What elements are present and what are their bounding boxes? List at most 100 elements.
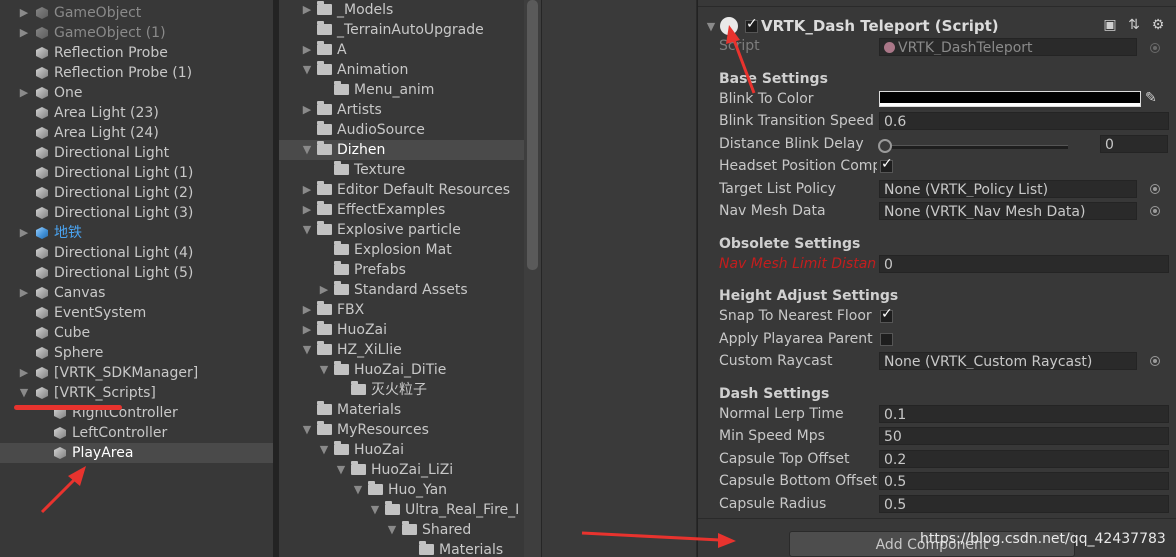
expand-arrow-icon[interactable]: ▼ xyxy=(301,220,313,240)
object-picker-icon[interactable] xyxy=(1150,43,1160,53)
project-folder-row[interactable]: Prefabs xyxy=(279,260,524,280)
collapse-arrow-icon[interactable]: ▶ xyxy=(301,0,313,20)
project-folder-row[interactable]: ▼ HZ_XiLlie xyxy=(279,340,524,360)
capsule-bottom-offset-field[interactable]: 0.5 xyxy=(879,472,1169,490)
eyedropper-icon[interactable]: ✎ xyxy=(1145,90,1157,106)
hierarchy-row[interactable]: PlayArea xyxy=(0,443,273,463)
collapse-arrow-icon[interactable]: ▶ xyxy=(301,200,313,220)
project-folder-row[interactable]: ▶ Editor Default Resources xyxy=(279,180,524,200)
blink-transition-speed-field[interactable]: 0.6 xyxy=(879,112,1169,130)
project-folder-row[interactable]: ▼ Shared xyxy=(279,520,524,540)
hierarchy-row[interactable]: Directional Light (5) xyxy=(0,263,273,283)
project-folder-row[interactable]: _TerrainAutoUpgrade xyxy=(279,20,524,40)
project-folder-row[interactable]: Materials xyxy=(279,400,524,420)
project-folder-row[interactable]: ▶ FBX xyxy=(279,300,524,320)
expand-arrow-icon[interactable]: ▼ xyxy=(318,440,330,460)
expand-arrow-icon[interactable]: ▼ xyxy=(18,383,30,403)
book-icon[interactable]: ▣ xyxy=(1100,16,1120,34)
hierarchy-row[interactable]: Directional Light (1) xyxy=(0,163,273,183)
project-folder-row[interactable]: Explosion Mat xyxy=(279,240,524,260)
hierarchy-row[interactable]: EventSystem xyxy=(0,303,273,323)
capsule-radius-field[interactable]: 0.5 xyxy=(879,495,1169,513)
script-field[interactable]: VRTK_DashTeleport xyxy=(879,38,1137,56)
distance-blink-delay-slider[interactable] xyxy=(882,145,1068,149)
project-folder-row[interactable]: ▼ HuoZai_LiZi xyxy=(279,460,524,480)
hierarchy-row[interactable]: Directional Light (2) xyxy=(0,183,273,203)
collapse-arrow-icon[interactable]: ▶ xyxy=(318,280,330,300)
project-folder-row[interactable]: ▶ A xyxy=(279,40,524,60)
hierarchy-row[interactable]: Area Light (23) xyxy=(0,103,273,123)
hierarchy-row[interactable]: Area Light (24) xyxy=(0,123,273,143)
nav-mesh-limit-distance-field[interactable]: 0 xyxy=(879,255,1169,273)
collapse-arrow-icon[interactable]: ▶ xyxy=(301,320,313,340)
collapse-arrow-icon[interactable]: ▶ xyxy=(301,40,313,60)
collapse-arrow-icon[interactable]: ▶ xyxy=(18,283,30,303)
expand-arrow-icon[interactable]: ▼ xyxy=(318,360,330,380)
object-picker-icon[interactable] xyxy=(1150,356,1160,366)
component-header[interactable]: ▼ VRTK_Dash Teleport (Script) ▣ ⇅ ⚙ xyxy=(698,15,1176,37)
blink-to-color-swatch[interactable] xyxy=(879,91,1141,107)
project-folder-row[interactable]: AudioSource xyxy=(279,120,524,140)
expand-arrow-icon[interactable]: ▼ xyxy=(301,140,313,160)
hierarchy-row[interactable]: ▶ 地铁 xyxy=(0,223,273,243)
collapse-arrow-icon[interactable]: ▶ xyxy=(301,300,313,320)
project-folder-row[interactable]: Menu_anim xyxy=(279,80,524,100)
project-folder-row[interactable]: ▶ HuoZai xyxy=(279,320,524,340)
expand-arrow-icon[interactable]: ▼ xyxy=(352,480,364,500)
expand-arrow-icon[interactable]: ▼ xyxy=(301,340,313,360)
expand-arrow-icon[interactable]: ▼ xyxy=(335,460,347,480)
project-folder-row[interactable]: Texture xyxy=(279,160,524,180)
collapse-arrow-icon[interactable]: ▶ xyxy=(18,23,30,43)
object-picker-icon[interactable] xyxy=(1150,206,1160,216)
project-folder-row[interactable]: ▼ Ultra_Real_Fire_I xyxy=(279,500,524,520)
object-picker-icon[interactable] xyxy=(1150,184,1160,194)
project-folder-row[interactable]: 灭火粒子 xyxy=(279,380,524,400)
project-folder-row[interactable]: ▼ Explosive particle xyxy=(279,220,524,240)
distance-blink-delay-slider-knob[interactable] xyxy=(878,139,892,153)
collapse-arrow-icon[interactable]: ▶ xyxy=(301,100,313,120)
hierarchy-row[interactable]: ▶ GameObject (1) xyxy=(0,23,273,43)
project-scrollbar[interactable] xyxy=(524,0,541,557)
expand-arrow-icon[interactable]: ▼ xyxy=(386,520,398,540)
project-folder-row[interactable]: ▼ Animation xyxy=(279,60,524,80)
hierarchy-row[interactable]: Reflection Probe xyxy=(0,43,273,63)
project-folder-row[interactable]: ▼ MyResources xyxy=(279,420,524,440)
gear-icon[interactable]: ⚙ xyxy=(1148,16,1168,34)
project-folder-row[interactable]: ▼ Dizhen xyxy=(279,140,524,160)
hierarchy-row[interactable]: Directional Light (3) xyxy=(0,203,273,223)
distance-blink-delay-field[interactable]: 0 xyxy=(1100,135,1168,153)
hierarchy-row[interactable]: Cube xyxy=(0,323,273,343)
project-scrollbar-thumb[interactable] xyxy=(527,0,538,270)
capsule-top-offset-field[interactable]: 0.2 xyxy=(879,450,1169,468)
project-folder-row[interactable]: ▼ Huo_Yan xyxy=(279,480,524,500)
collapse-arrow-icon[interactable]: ▶ xyxy=(18,83,30,103)
apply-playarea-parent-checkbox[interactable] xyxy=(880,333,893,346)
project-folder-row[interactable]: ▶ Standard Assets xyxy=(279,280,524,300)
expand-arrow-icon[interactable]: ▼ xyxy=(369,500,381,520)
expand-arrow-icon[interactable]: ▼ xyxy=(301,420,313,440)
collapse-arrow-icon[interactable]: ▶ xyxy=(18,223,30,243)
target-list-policy-field[interactable]: None (VRTK_Policy List) xyxy=(879,180,1137,198)
hierarchy-row[interactable]: Directional Light (4) xyxy=(0,243,273,263)
hierarchy-row[interactable]: Directional Light xyxy=(0,143,273,163)
snap-to-nearest-floor-checkbox[interactable] xyxy=(880,306,893,323)
project-folder-row[interactable]: ▶ _Models xyxy=(279,0,524,20)
project-folder-row[interactable]: ▶ EffectExamples xyxy=(279,200,524,220)
collapse-arrow-icon[interactable]: ▶ xyxy=(18,363,30,383)
expand-arrow-icon[interactable]: ▼ xyxy=(301,60,313,80)
hierarchy-row[interactable]: ▼ [VRTK_Scripts] xyxy=(0,383,273,403)
hierarchy-row[interactable]: LeftController xyxy=(0,423,273,443)
project-folder-row[interactable]: Materials xyxy=(279,540,524,557)
settings-sliders-icon[interactable]: ⇅ xyxy=(1124,16,1144,34)
hierarchy-row[interactable]: Reflection Probe (1) xyxy=(0,63,273,83)
custom-raycast-field[interactable]: None (VRTK_Custom Raycast) xyxy=(879,352,1137,370)
hierarchy-row[interactable]: ▶ [VRTK_SDKManager] xyxy=(0,363,273,383)
min-speed-mps-field[interactable]: 50 xyxy=(879,427,1169,445)
normal-lerp-time-field[interactable]: 0.1 xyxy=(879,405,1169,423)
collapse-arrow-icon[interactable]: ▼ xyxy=(705,20,717,33)
project-folder-row[interactable]: ▼ HuoZai_DiTie xyxy=(279,360,524,380)
hierarchy-row[interactable]: ▶ One xyxy=(0,83,273,103)
project-folder-row[interactable]: ▶ Artists xyxy=(279,100,524,120)
collapse-arrow-icon[interactable]: ▶ xyxy=(301,180,313,200)
headset-position-compensation-checkbox[interactable] xyxy=(880,156,893,173)
